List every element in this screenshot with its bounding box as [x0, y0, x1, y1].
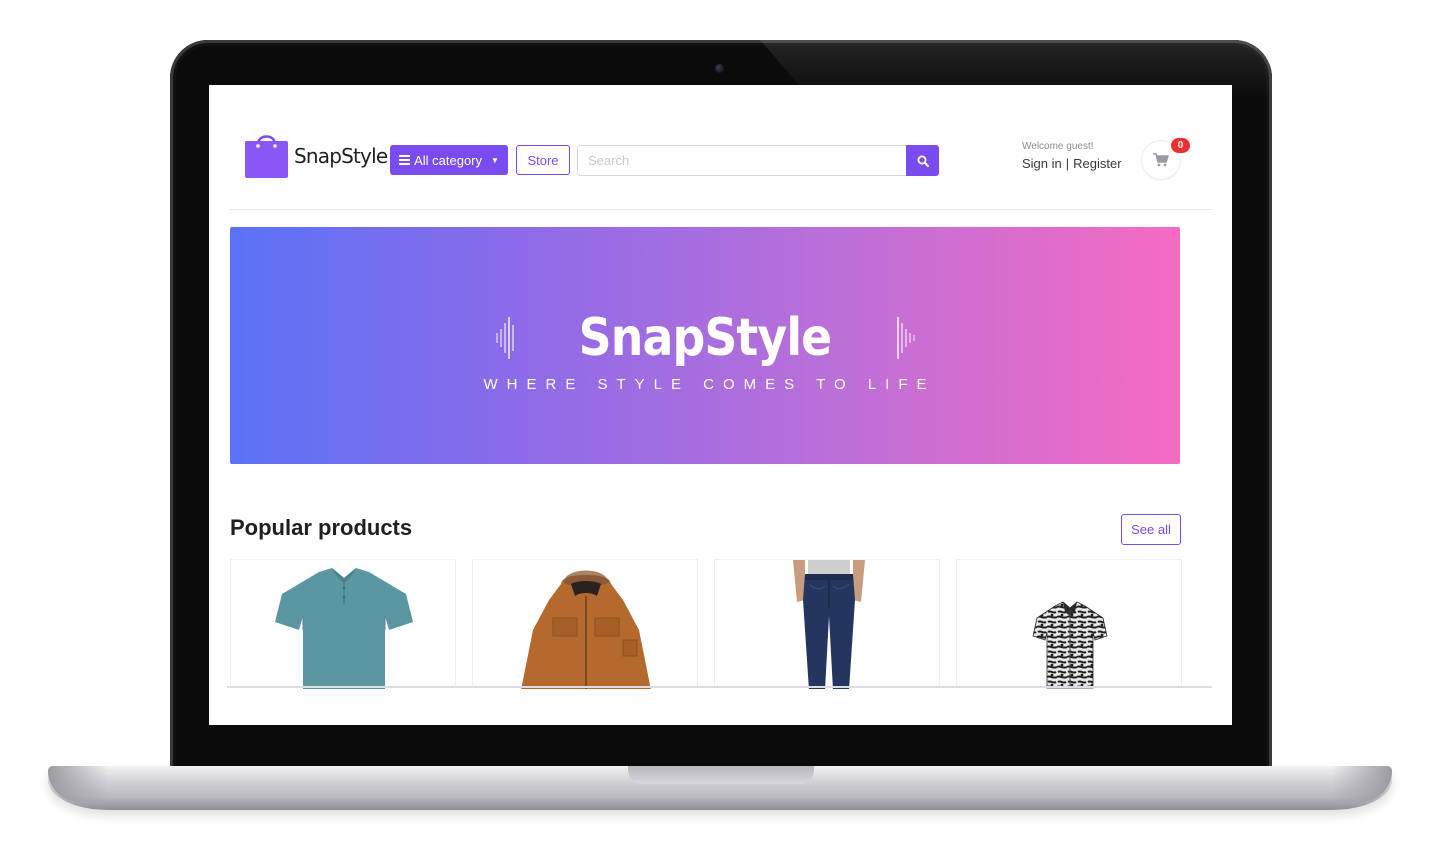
shopping-cart-icon [1153, 153, 1169, 167]
banner-tagline: WHERE STYLE COMES TO LIFE [483, 376, 936, 393]
product-card[interactable] [230, 559, 456, 689]
laptop-base-left-edge [48, 766, 108, 802]
logo-wordmark: SnapStyle [294, 144, 388, 168]
navy-jeans-icon [793, 560, 865, 689]
site-logo[interactable]: SnapStyle [245, 130, 388, 178]
product-card[interactable] [714, 559, 940, 689]
search-icon [917, 155, 929, 167]
laptop-base-right-edge [1332, 766, 1392, 802]
sign-in-link[interactable]: Sign in [1022, 156, 1062, 171]
shopping-bag-icon [245, 130, 288, 178]
search-button[interactable] [906, 145, 939, 176]
banner-title: SnapStyle [578, 308, 833, 368]
welcome-text: Welcome guest! [1022, 141, 1094, 152]
browser-viewport: SnapStyle All category ▼ Store Welcome g… [209, 85, 1232, 725]
popular-products-heading: Popular products [230, 515, 413, 540]
search-input[interactable] [577, 145, 907, 176]
product-card[interactable] [472, 559, 698, 689]
sound-wave-icon [897, 317, 915, 359]
register-link[interactable]: Register [1073, 156, 1121, 171]
webcam-icon [715, 64, 724, 73]
auth-links: Sign in | Register [1022, 156, 1122, 171]
laptop-lid-notch [628, 766, 814, 784]
teal-polo-shirt-icon [275, 568, 413, 689]
store-button[interactable]: Store [516, 145, 570, 175]
see-all-button[interactable]: See all [1121, 514, 1181, 545]
brown-parka-jacket-icon [521, 570, 651, 689]
auth-separator: | [1065, 156, 1070, 171]
all-category-label: All category [414, 152, 482, 168]
cart-count-badge: 0 [1171, 138, 1190, 153]
header-divider [229, 209, 1212, 210]
all-category-button[interactable]: All category ▼ [390, 145, 508, 175]
product-grid [230, 559, 1182, 689]
product-row-divider [227, 686, 1212, 688]
caret-down-icon: ▼ [491, 155, 499, 165]
site-header: SnapStyle All category ▼ Store Welcome g… [209, 85, 1232, 210]
product-card[interactable] [956, 559, 1182, 689]
menu-icon [399, 155, 411, 165]
hero-banner[interactable]: SnapStyle WHERE STYLE COMES TO LIFE [230, 227, 1180, 464]
black-white-floral-shirt-icon [1032, 601, 1108, 689]
